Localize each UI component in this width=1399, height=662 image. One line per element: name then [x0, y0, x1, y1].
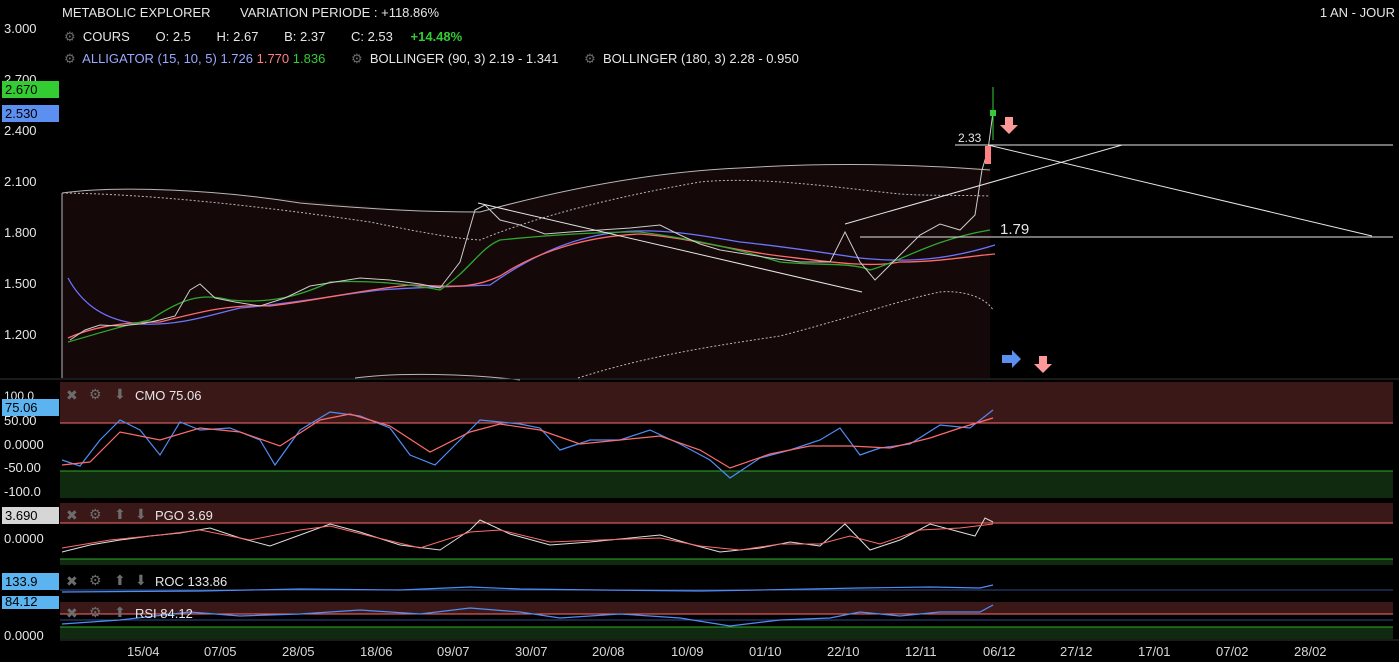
pgo-oversold-zone — [60, 559, 1393, 565]
bollinger-band-area — [62, 165, 990, 378]
cmo-tick: -50.00 — [4, 460, 41, 475]
right-arrow-icon — [1002, 350, 1021, 368]
x-tick: 20/08 — [592, 644, 625, 659]
move-up-icon[interactable]: ⬆ — [114, 572, 126, 589]
x-tick: 22/10 — [827, 644, 860, 659]
x-tick: 01/10 — [749, 644, 782, 659]
x-tick: 28/02 — [1294, 644, 1327, 659]
cmo-overbought-zone — [60, 382, 1393, 423]
x-tick: 07/05 — [204, 644, 237, 659]
x-tick: 12/11 — [905, 644, 937, 659]
x-tick: 28/05 — [282, 644, 315, 659]
down-arrow-icon — [1000, 117, 1018, 134]
move-down-icon[interactable]: ⬇ — [135, 506, 147, 523]
gear-icon[interactable]: ⚙ — [89, 506, 102, 523]
cmo-tick: -100.0 — [4, 484, 41, 499]
pgo-red-line — [61, 523, 994, 551]
x-tick: 06/12 — [983, 644, 1016, 659]
roc-value-tag: 133.9 — [2, 573, 59, 590]
x-tick: 17/01 — [1138, 644, 1171, 659]
pgo-value-tag: 3.690 — [2, 507, 59, 524]
x-tick: 15/04 — [127, 644, 160, 659]
x-tick: 18/06 — [360, 644, 393, 659]
roc-title: ROC 133.86 — [155, 574, 228, 589]
x-tick: 10/09 — [671, 644, 704, 659]
pgo-tick: 0.0000 — [4, 531, 44, 546]
rsi-oversold-zone — [60, 627, 1393, 639]
close-icon[interactable]: ✖ — [66, 387, 78, 404]
gear-icon[interactable]: ⚙ — [89, 604, 102, 621]
close-icon[interactable]: ✖ — [66, 507, 78, 524]
down-arrow-icon — [1034, 356, 1052, 373]
move-down-icon[interactable]: ⬇ — [114, 386, 126, 403]
x-tick: 09/07 — [437, 644, 470, 659]
price-chart[interactable] — [0, 0, 1399, 662]
cmo-tick: 0.0000 — [4, 437, 44, 452]
x-tick: 07/02 — [1216, 644, 1249, 659]
rsi-value-tag: 84.12 — [2, 595, 59, 609]
move-up-icon[interactable]: ⬆ — [114, 604, 126, 621]
rsi-overbought-zone — [60, 602, 1393, 614]
x-tick: 27/12 — [1060, 644, 1093, 659]
close-icon[interactable]: ✖ — [66, 605, 78, 622]
cmo-title: CMO 75.06 — [135, 388, 202, 403]
close-icon[interactable]: ✖ — [66, 573, 78, 590]
pgo-overbought-zone — [60, 503, 1393, 523]
x-tick: 30/07 — [515, 644, 548, 659]
move-down-icon[interactable]: ⬇ — [135, 572, 147, 589]
move-up-icon[interactable]: ⬆ — [114, 506, 126, 523]
pgo-title: PGO 3.69 — [155, 508, 213, 523]
rsi-tick: 0.0000 — [4, 628, 44, 643]
level-label-179: 1.79 — [1000, 221, 1030, 238]
level-label-233: 2.33 — [958, 131, 982, 145]
rsi-title: RSI 84.12 — [135, 606, 193, 621]
gear-icon[interactable]: ⚙ — [89, 572, 102, 589]
gear-icon[interactable]: ⚙ — [89, 386, 102, 403]
cmo-tick: 50.00 — [4, 413, 37, 428]
